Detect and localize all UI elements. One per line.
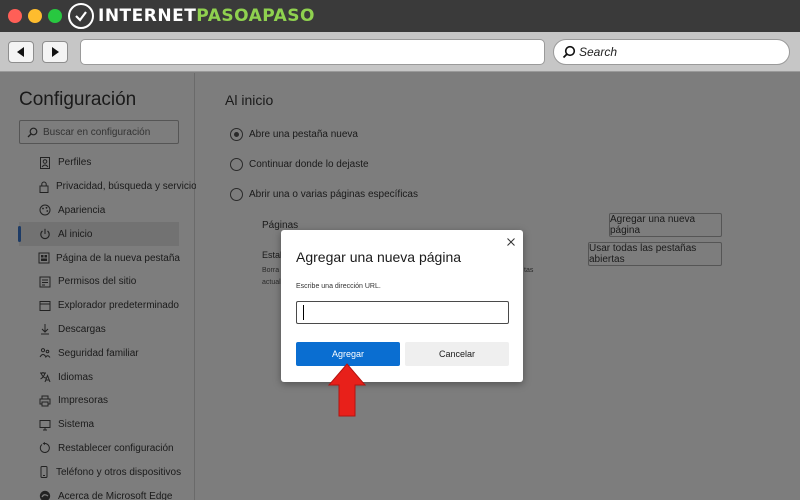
radio-button[interactable] (230, 128, 243, 141)
minimize-window-button[interactable] (28, 9, 42, 23)
search-icon (27, 127, 38, 137)
option-continue[interactable]: Continuar donde lo dejaste (230, 158, 369, 171)
text-cursor (303, 305, 304, 320)
sidebar-item-idiomas[interactable]: Idiomas (19, 365, 179, 389)
browser-toolbar: Search (0, 32, 800, 72)
brand-logo-icon (68, 3, 94, 29)
edge-icon (38, 489, 52, 500)
use-all-open-tabs-button[interactable]: Usar todas las pestañas abiertas (588, 242, 722, 266)
sidebar-item-permisos[interactable]: Permisos del sitio (19, 270, 179, 294)
title-bar: INTERNETPASOAPASO (0, 0, 800, 32)
set-pages-description-line2: actual (262, 279, 281, 286)
sidebar-item-sistema[interactable]: Sistema (19, 413, 179, 437)
forward-button[interactable] (42, 41, 68, 63)
search-icon (562, 45, 576, 59)
language-icon (38, 370, 52, 384)
dialog-title: Agregar una nueva página (296, 249, 462, 265)
settings-nav-list: Perfiles Privacidad, búsqueda y servicio… (18, 151, 202, 500)
cancel-button[interactable]: Cancelar (405, 342, 509, 366)
new-tab-page-icon (38, 251, 50, 265)
close-dialog-button[interactable] (506, 237, 516, 247)
family-icon (38, 346, 52, 360)
url-input[interactable] (296, 301, 509, 324)
site-permissions-icon (38, 275, 52, 289)
search-bar[interactable]: Search (553, 39, 790, 65)
download-icon (38, 322, 52, 336)
sidebar-item-telefono[interactable]: Teléfono y otros dispositivos (19, 460, 181, 484)
radio-button[interactable] (230, 158, 243, 171)
radio-button[interactable] (230, 188, 243, 201)
phone-icon (38, 465, 50, 479)
sidebar-item-perfiles[interactable]: Perfiles (19, 151, 179, 175)
add-new-page-button[interactable]: Agregar una nueva página (609, 213, 722, 237)
sidebar-item-impresoras[interactable]: Impresoras (19, 389, 179, 413)
annotation-up-arrow-icon (328, 363, 366, 417)
settings-title: Configuración (19, 89, 137, 110)
forward-arrow-icon (52, 47, 59, 57)
settings-search-input[interactable]: Buscar en configuración (19, 120, 179, 144)
back-button[interactable] (8, 41, 34, 63)
close-window-button[interactable] (8, 9, 22, 23)
set-pages-description-end: tas (524, 267, 534, 274)
section-title: Al inicio (225, 92, 274, 108)
address-bar[interactable] (80, 39, 545, 65)
set-pages-description: Borra (262, 267, 280, 274)
sidebar-item-descargas[interactable]: Descargas (19, 318, 179, 342)
sidebar-item-apariencia[interactable]: Apariencia (19, 199, 179, 223)
sidebar-item-seguridad-familiar[interactable]: Seguridad familiar (19, 341, 179, 365)
brand-logo: INTERNETPASOAPASO (68, 3, 315, 29)
url-field-label: Escribe una dirección URL. (296, 283, 381, 290)
system-icon (38, 418, 52, 432)
printer-icon (38, 394, 52, 408)
search-label: Search (579, 45, 618, 59)
maximize-window-button[interactable] (48, 9, 62, 23)
settings-search-placeholder: Buscar en configuración (43, 126, 151, 138)
option-specific-pages[interactable]: Abrir una o varias páginas específicas (230, 188, 418, 201)
sidebar-item-acerca-edge[interactable]: Acerca de Microsoft Edge (19, 484, 179, 500)
sidebar-item-privacidad[interactable]: Privacidad, búsqueda y servicios (19, 175, 202, 199)
option-new-tab[interactable]: Abre una pestaña nueva (230, 128, 358, 141)
close-icon (507, 238, 515, 246)
palette-icon (38, 203, 52, 217)
profile-icon (38, 156, 52, 170)
sidebar-item-explorador[interactable]: Explorador predeterminado (19, 294, 179, 318)
browser-icon (38, 299, 52, 313)
brand-logo-text: INTERNETPASOAPASO (98, 6, 315, 26)
sidebar-item-al-inicio[interactable]: Al inicio (18, 222, 179, 247)
reset-icon (38, 441, 52, 455)
settings-sidebar: Configuración Buscar en configuración Pe… (0, 73, 202, 500)
add-page-dialog: Agregar una nueva página Escribe una dir… (281, 230, 523, 382)
back-arrow-icon (17, 47, 24, 57)
lock-icon (38, 180, 50, 194)
power-icon (38, 227, 52, 241)
sidebar-item-restablecer[interactable]: Restablecer configuración (19, 437, 179, 461)
sidebar-item-nueva-pestana[interactable]: Página de la nueva pestaña (19, 246, 180, 270)
